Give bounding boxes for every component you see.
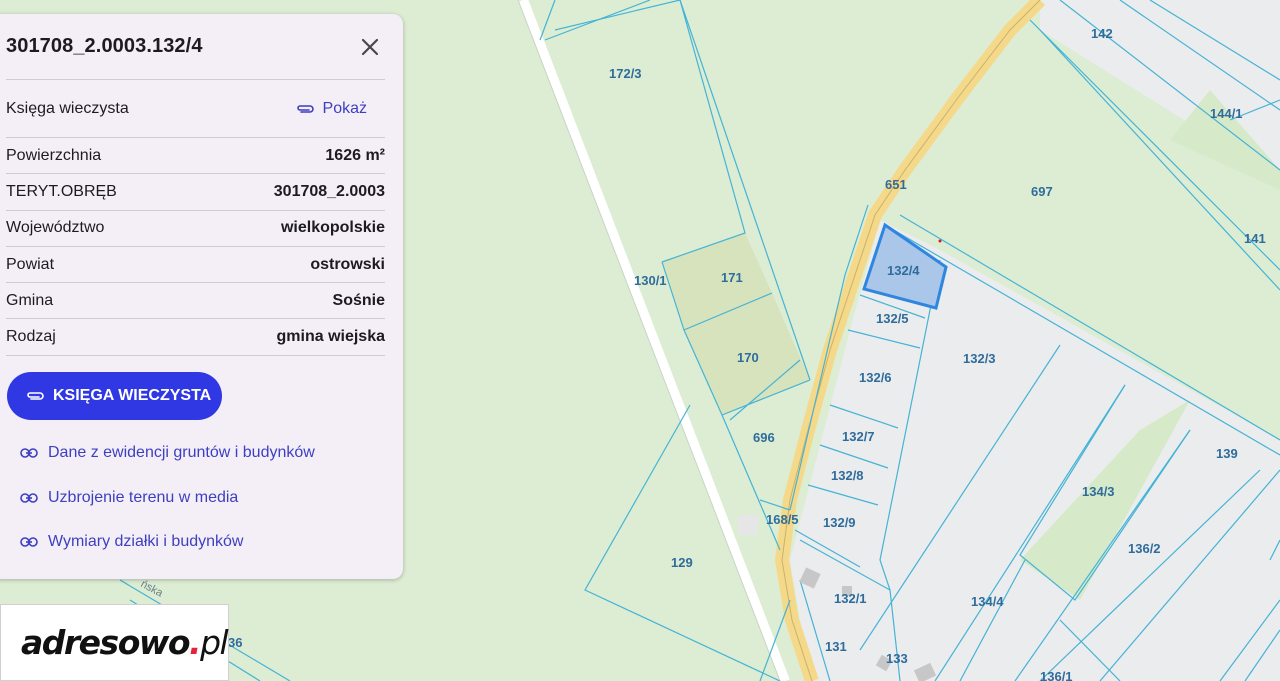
plot-label: 132/9 bbox=[823, 515, 856, 530]
plot-label: 36 bbox=[228, 635, 242, 650]
attribute-row-teryt: TERYT.OBRĘB 301708_2.0003 bbox=[6, 174, 385, 211]
dimensions-link[interactable]: Wymiary działki i budynków bbox=[20, 533, 243, 551]
attribute-label: Województwo bbox=[6, 219, 105, 237]
land-register-button[interactable]: KSIĘGA WIECZYSTA bbox=[7, 372, 222, 420]
link-label: Dane z ewidencji gruntów i budynków bbox=[48, 444, 315, 461]
attribute-value: 301708_2.0003 bbox=[273, 182, 385, 200]
attribute-row-commune: Gmina Sośnie bbox=[6, 283, 385, 320]
building bbox=[738, 515, 758, 535]
logo-name: adresowo bbox=[21, 623, 191, 662]
land-register-row: Księga wieczysta Pokaż bbox=[6, 80, 385, 138]
attribute-value: Sośnie bbox=[332, 291, 385, 309]
plot-info-panel: 301708_2.0003.132/4 Księga wieczysta Pok… bbox=[0, 14, 403, 579]
plot-label: 130/1 bbox=[634, 273, 667, 288]
show-label: Pokaż bbox=[322, 99, 367, 117]
plot-label: 132/4 bbox=[887, 263, 920, 278]
panel-header: 301708_2.0003.132/4 bbox=[6, 14, 385, 80]
attribute-label: Rodzaj bbox=[6, 328, 56, 346]
logo-text: adresowo.pl bbox=[21, 623, 229, 662]
plot-label: 132/8 bbox=[831, 468, 864, 483]
plot-label: 139 bbox=[1216, 446, 1238, 461]
attribute-label: Gmina bbox=[6, 291, 54, 309]
attribute-label: Powiat bbox=[6, 255, 55, 273]
land-records-link[interactable]: Dane z ewidencji gruntów i budynków bbox=[20, 444, 315, 462]
logo-dot: . bbox=[189, 623, 202, 662]
plot-label: 132/6 bbox=[859, 370, 892, 385]
link-label: Uzbrojenie terenu w media bbox=[48, 489, 239, 506]
plot-label: 132/5 bbox=[876, 311, 909, 326]
attribute-label: Powierzchnia bbox=[6, 146, 102, 164]
plot-label: 697 bbox=[1031, 184, 1053, 199]
plot-label: 144/1 bbox=[1210, 106, 1243, 121]
plot-label: 136/2 bbox=[1128, 541, 1161, 556]
plot-label: 142 bbox=[1091, 26, 1113, 41]
adresowo-logo[interactable]: adresowo.pl bbox=[0, 604, 229, 681]
location-marker bbox=[938, 239, 942, 243]
attribute-row-county: Powiat ostrowski bbox=[6, 247, 385, 284]
plot-label: 129 bbox=[671, 555, 693, 570]
plot-label: 134/4 bbox=[971, 594, 1004, 609]
attribute-value: gmina wiejska bbox=[276, 328, 386, 346]
attribute-row-area: Powierzchnia 1626 m² bbox=[6, 138, 385, 175]
plot-label: 134/3 bbox=[1082, 484, 1115, 499]
plot-label: 131 bbox=[825, 639, 847, 654]
plot-label: 171 bbox=[721, 270, 743, 285]
plot-label: 651 bbox=[885, 177, 907, 192]
attribute-value: wielkopolskie bbox=[280, 219, 385, 237]
show-land-register-button[interactable]: Pokaż bbox=[295, 100, 367, 118]
link-icon bbox=[20, 537, 38, 547]
attribute-value: ostrowski bbox=[310, 255, 385, 273]
close-button[interactable] bbox=[355, 32, 385, 62]
plot-label: 172/3 bbox=[609, 66, 642, 81]
land-register-label: Księga wieczysta bbox=[6, 99, 129, 117]
close-icon bbox=[361, 38, 379, 55]
attribute-label: TERYT.OBRĘB bbox=[6, 182, 117, 200]
plot-label: 132/1 bbox=[834, 591, 867, 606]
link-label: Wymiary działki i budynków bbox=[48, 533, 244, 550]
plot-label: 696 bbox=[753, 430, 775, 445]
land-register-button-label: KSIĘGA WIECZYSTA bbox=[53, 387, 212, 404]
attribute-row-voivodeship: Województwo wielkopolskie bbox=[6, 211, 385, 247]
plot-label: 170 bbox=[737, 350, 759, 365]
plot-label: 136/1 bbox=[1040, 669, 1073, 681]
logo-tld: pl bbox=[200, 623, 229, 662]
attribute-value: 1626 m² bbox=[325, 146, 385, 164]
plot-label: 132/7 bbox=[842, 429, 875, 444]
plot-label: 141 bbox=[1244, 231, 1266, 246]
plot-label: 168/5 bbox=[766, 512, 799, 527]
plot-label: 133 bbox=[886, 651, 908, 666]
paperclip-icon bbox=[27, 392, 44, 400]
plot-label: 132/3 bbox=[963, 351, 996, 366]
link-icon bbox=[20, 448, 38, 458]
attribute-row-type: Rodzaj gmina wiejska bbox=[6, 319, 386, 356]
paperclip-icon bbox=[296, 104, 314, 113]
link-icon bbox=[20, 493, 38, 503]
plot-id-title: 301708_2.0003.132/4 bbox=[6, 35, 203, 57]
utilities-link[interactable]: Uzbrojenie terenu w media bbox=[20, 489, 238, 507]
